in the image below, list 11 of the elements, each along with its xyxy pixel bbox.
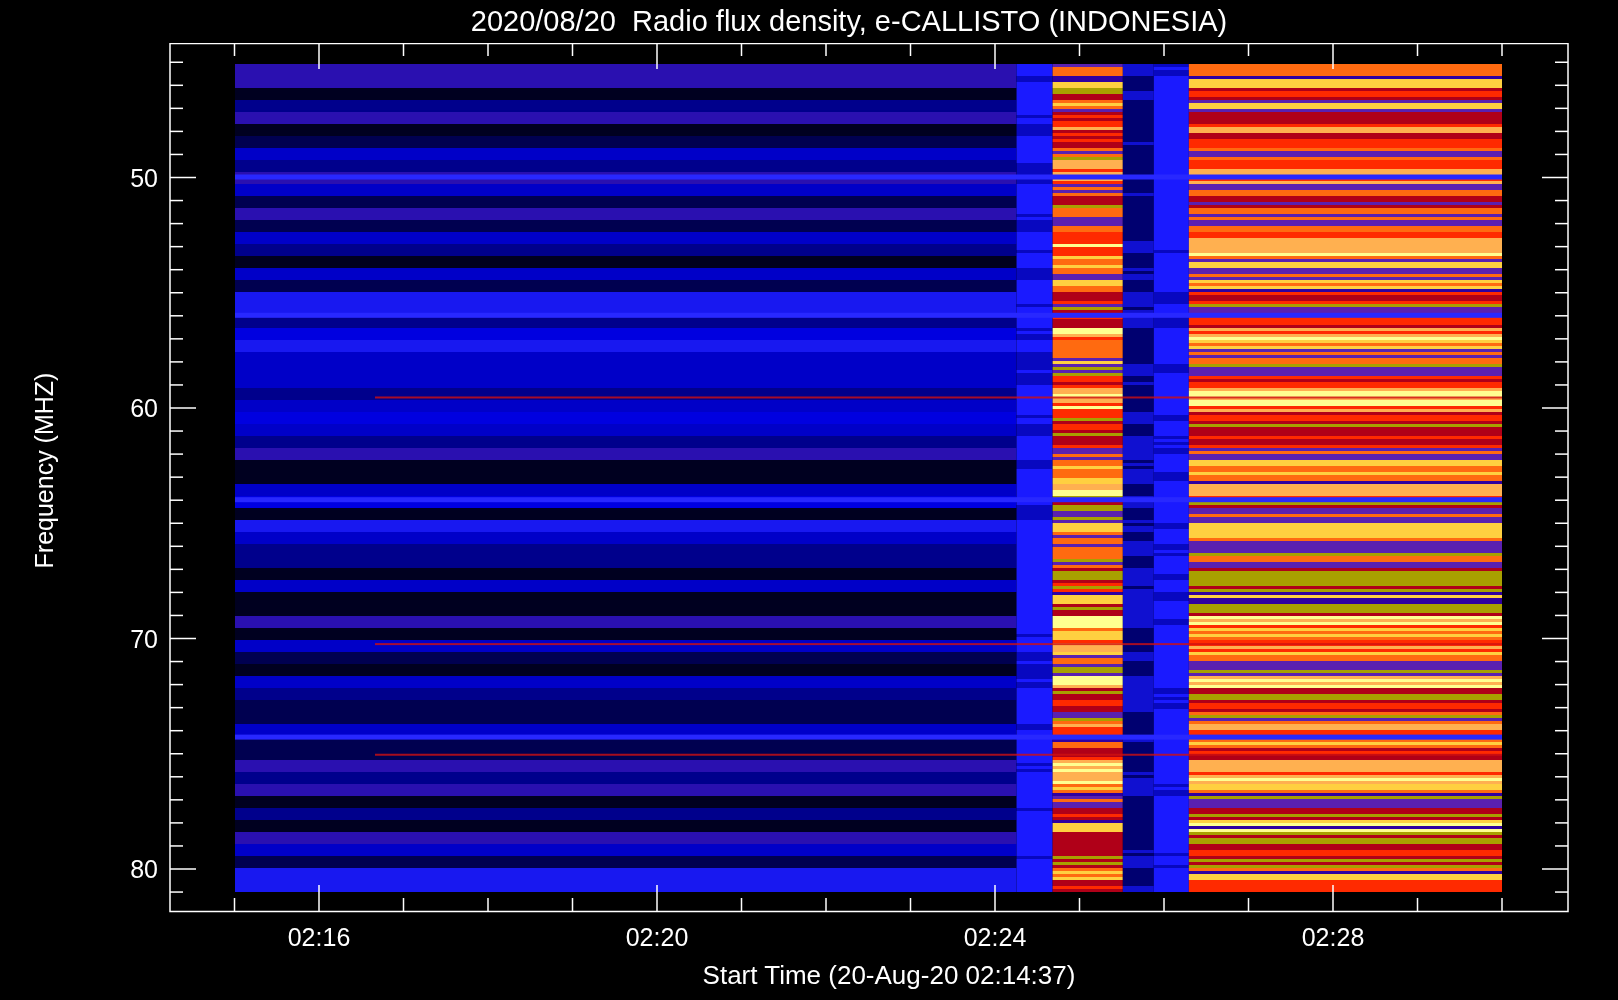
x-tick-label: 02:28 xyxy=(1301,923,1365,951)
plot-title: 2020/08/20 Radio flux density, e-CALLISTO (INDONESIA) xyxy=(469,4,1229,39)
y-tick-label: 70 xyxy=(130,624,158,653)
y-tick-label: 50 xyxy=(130,163,158,192)
y-tick-label: 80 xyxy=(130,855,158,883)
x-axis-label: Start Time (20-Aug-20 02:14:37) xyxy=(702,960,1076,991)
x-tick-label: 02:20 xyxy=(625,923,689,951)
x-tick-label: 02:16 xyxy=(287,923,351,951)
y-axis-label: Frequency (MHZ) xyxy=(30,372,60,569)
y-tick-label: 60 xyxy=(130,394,158,422)
x-tick-label: 02:24 xyxy=(963,923,1027,951)
